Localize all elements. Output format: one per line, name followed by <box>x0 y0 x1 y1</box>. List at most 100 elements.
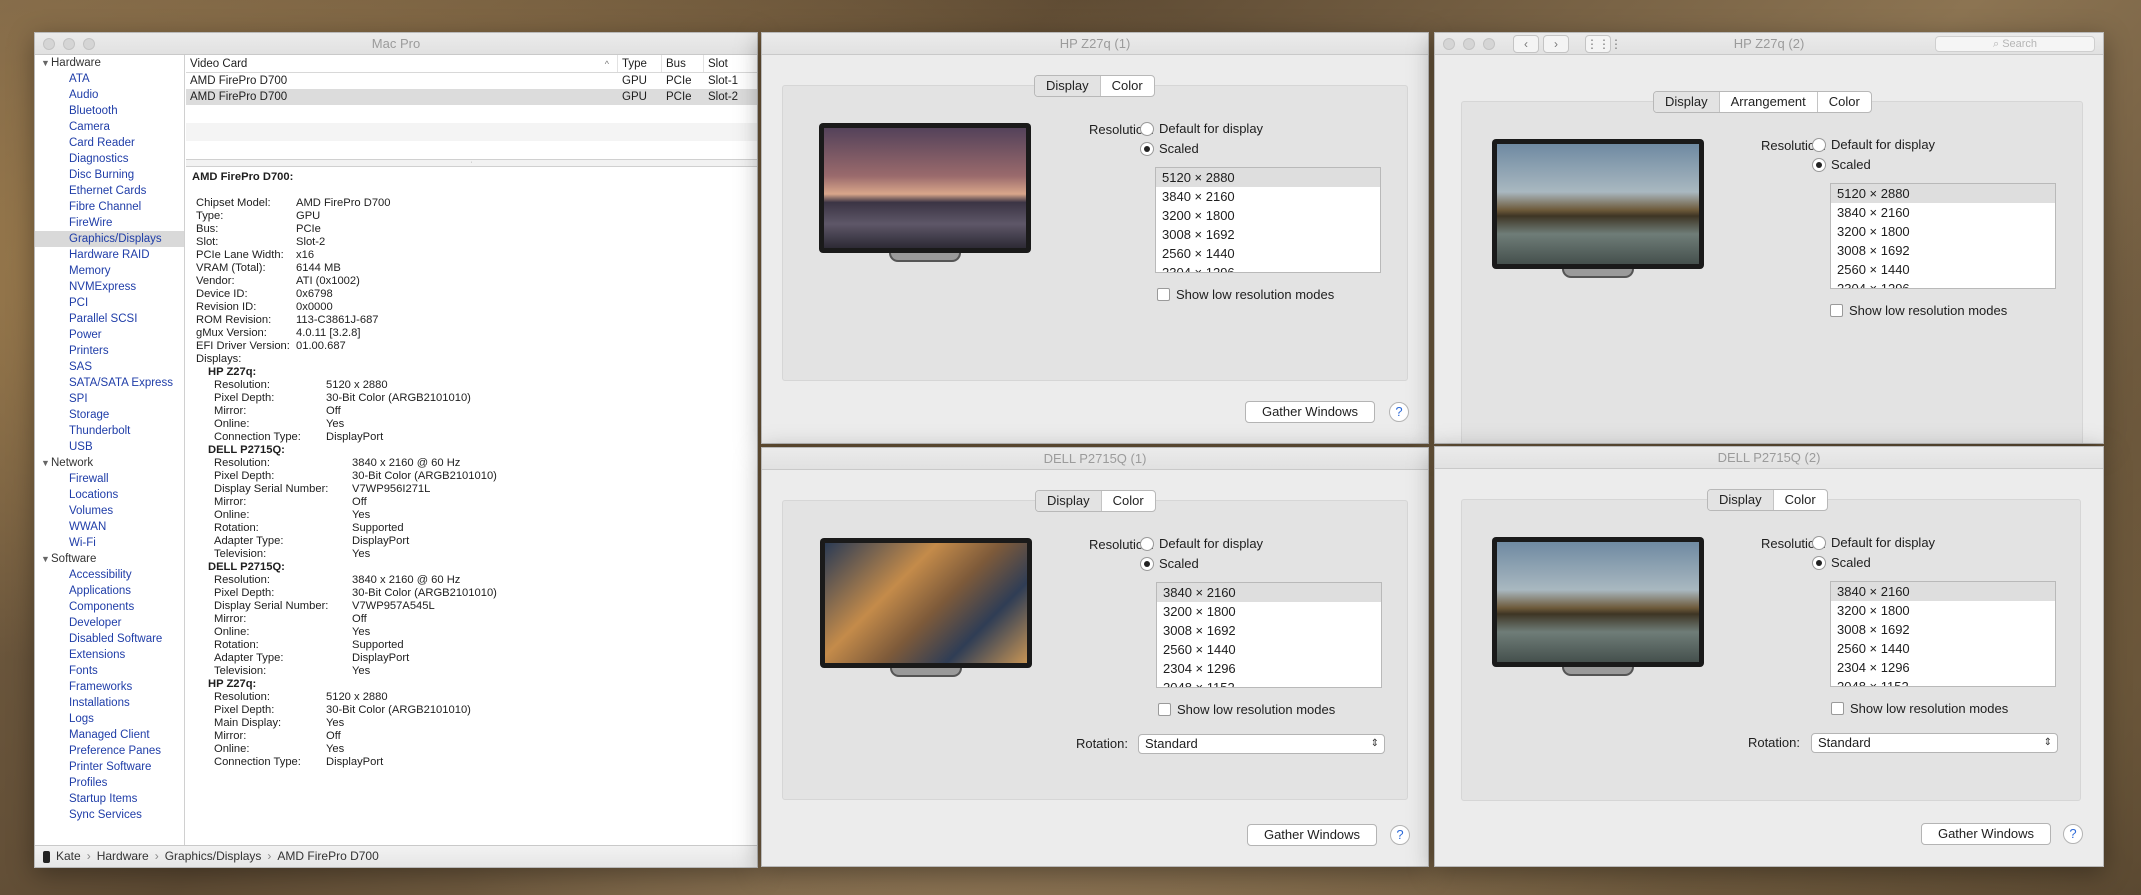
sidebar-item[interactable]: Applications <box>35 583 184 599</box>
sidebar-item[interactable]: Disabled Software <box>35 631 184 647</box>
sidebar-item[interactable]: Frameworks <box>35 679 184 695</box>
zoom-button[interactable] <box>83 38 95 50</box>
sidebar-group-hardware[interactable]: ▼Hardware <box>35 55 184 71</box>
resolution-option[interactable]: 3200 × 1800 <box>1156 206 1380 225</box>
disclosure-triangle-icon[interactable]: ▼ <box>41 455 51 471</box>
search-input[interactable]: ⌕ Search <box>1935 36 2095 52</box>
tab-display[interactable]: Display <box>1035 76 1100 96</box>
resolution-option[interactable]: 2560 × 1440 <box>1831 639 2055 658</box>
column-header-video-card[interactable]: Video Card ^ <box>186 55 618 72</box>
tab-color[interactable]: Color <box>1100 491 1155 511</box>
sidebar-item[interactable]: PCI <box>35 295 184 311</box>
resolution-option[interactable]: 3840 × 2160 <box>1831 582 2055 601</box>
sidebar-item[interactable]: Parallel SCSI <box>35 311 184 327</box>
sidebar-item[interactable]: ATA <box>35 71 184 87</box>
radio-button[interactable] <box>1812 137 1826 152</box>
sidebar-item[interactable]: Printer Software <box>35 759 184 775</box>
radio-button[interactable] <box>1140 141 1154 156</box>
resolution-option[interactable]: 3008 × 1692 <box>1156 225 1380 244</box>
table-row[interactable]: AMD FirePro D700 GPU PCIe Slot-2 <box>186 89 757 105</box>
show-all-grid-icon[interactable]: ⋮⋮⋮ <box>1585 35 1622 53</box>
disclosure-triangle-icon[interactable]: ▼ <box>41 551 51 567</box>
column-header-type[interactable]: Type <box>618 55 662 72</box>
resolution-option[interactable]: 2048 × 1152 <box>1831 677 2055 686</box>
close-button[interactable] <box>1443 38 1455 50</box>
checkbox-box[interactable] <box>1158 703 1171 716</box>
back-chevron-icon[interactable]: ‹ <box>1513 35 1539 53</box>
table-row[interactable]: AMD FirePro D700 GPU PCIe Slot-1 <box>186 73 757 89</box>
tab-color[interactable]: Color <box>1772 490 1827 510</box>
sidebar-item[interactable]: Thunderbolt <box>35 423 184 439</box>
resolution-option[interactable]: 2304 × 1296 <box>1156 263 1380 272</box>
resolution-option[interactable]: 5120 × 2880 <box>1831 184 2055 203</box>
resolution-option[interactable]: 3200 × 1800 <box>1831 601 2055 620</box>
minimize-button[interactable] <box>1463 38 1475 50</box>
tab-color[interactable]: Color <box>1816 92 1871 112</box>
disclosure-triangle-icon[interactable]: ▼ <box>41 55 51 71</box>
tab-arrangement[interactable]: Arrangement <box>1718 92 1817 112</box>
sidebar-item[interactable]: Logs <box>35 711 184 727</box>
sysinfo-titlebar[interactable]: Mac Pro <box>35 33 757 55</box>
sidebar-item[interactable]: Diagnostics <box>35 151 184 167</box>
path-item[interactable]: AMD FirePro D700 <box>277 846 378 867</box>
rotation-select[interactable]: Standard ⇕ <box>1138 734 1385 754</box>
checkbox-box[interactable] <box>1157 288 1170 301</box>
sidebar-item[interactable]: Graphics/Displays <box>35 231 184 247</box>
low-resolution-checkbox[interactable]: Show low resolution modes <box>1830 303 2007 318</box>
resolution-option[interactable]: 3840 × 2160 <box>1831 203 2055 222</box>
minimize-button[interactable] <box>63 38 75 50</box>
sidebar-item[interactable]: Fonts <box>35 663 184 679</box>
gather-windows-button[interactable]: Gather Windows <box>1245 401 1375 423</box>
radio-button[interactable] <box>1140 556 1154 571</box>
column-header-bus[interactable]: Bus <box>662 55 704 72</box>
resolution-option[interactable]: 2048 × 1152 <box>1157 678 1381 687</box>
sidebar-item[interactable]: Disc Burning <box>35 167 184 183</box>
sidebar-item[interactable]: Memory <box>35 263 184 279</box>
column-header-slot[interactable]: Slot <box>704 55 757 72</box>
sidebar-item[interactable]: Installations <box>35 695 184 711</box>
resolution-option[interactable]: 5120 × 2880 <box>1156 168 1380 187</box>
sidebar-item[interactable]: NVMExpress <box>35 279 184 295</box>
sidebar-item[interactable]: Firewall <box>35 471 184 487</box>
radio-button[interactable] <box>1812 535 1826 550</box>
sidebar-item[interactable]: Fibre Channel <box>35 199 184 215</box>
radio-button[interactable] <box>1812 157 1826 172</box>
zoom-button[interactable] <box>1483 38 1495 50</box>
sidebar-item[interactable]: Power <box>35 327 184 343</box>
radio-default-for-display[interactable]: Default for display <box>1812 535 1935 550</box>
sidebar-item[interactable]: Sync Services <box>35 807 184 823</box>
tab-display[interactable]: Display <box>1708 490 1773 510</box>
radio-button[interactable] <box>1812 555 1826 570</box>
low-resolution-checkbox[interactable]: Show low resolution modes <box>1831 701 2008 716</box>
window-titlebar[interactable]: ‹ › ⋮⋮⋮ HP Z27q (2) ⌕ Search <box>1435 33 2103 55</box>
radio-scaled[interactable]: Scaled <box>1140 141 1199 156</box>
resolution-option[interactable]: 2304 × 1296 <box>1157 659 1381 678</box>
help-button[interactable]: ? <box>1390 825 1410 845</box>
low-resolution-checkbox[interactable]: Show low resolution modes <box>1158 702 1335 717</box>
resolution-list[interactable]: 5120 × 2880 3840 × 2160 3200 × 1800 3008… <box>1830 183 2056 289</box>
radio-scaled[interactable]: Scaled <box>1140 556 1199 571</box>
sidebar-item[interactable]: Card Reader <box>35 135 184 151</box>
resolution-list[interactable]: 3840 × 2160 3200 × 1800 3008 × 1692 2560… <box>1156 582 1382 688</box>
sidebar-item[interactable]: Locations <box>35 487 184 503</box>
resolution-option[interactable]: 3840 × 2160 <box>1156 187 1380 206</box>
resolution-option[interactable]: 3008 × 1692 <box>1157 621 1381 640</box>
sidebar-item[interactable]: SAS <box>35 359 184 375</box>
sidebar-item[interactable]: Volumes <box>35 503 184 519</box>
radio-button[interactable] <box>1140 121 1154 136</box>
split-view-divider[interactable]: · <box>186 159 757 167</box>
checkbox-box[interactable] <box>1830 304 1843 317</box>
sidebar-item[interactable]: WWAN <box>35 519 184 535</box>
sidebar-item[interactable]: Ethernet Cards <box>35 183 184 199</box>
radio-default-for-display[interactable]: Default for display <box>1140 121 1263 136</box>
resolution-option[interactable]: 2304 × 1296 <box>1831 658 2055 677</box>
low-resolution-checkbox[interactable]: Show low resolution modes <box>1157 287 1334 302</box>
sidebar-item[interactable]: Bluetooth <box>35 103 184 119</box>
help-button[interactable]: ? <box>1389 402 1409 422</box>
radio-scaled[interactable]: Scaled <box>1812 157 1871 172</box>
sidebar-item[interactable]: SATA/SATA Express <box>35 375 184 391</box>
sidebar-item[interactable]: Preference Panes <box>35 743 184 759</box>
sidebar-item[interactable]: Components <box>35 599 184 615</box>
resolution-option[interactable]: 2560 × 1440 <box>1156 244 1380 263</box>
tab-display[interactable]: Display <box>1654 92 1719 112</box>
